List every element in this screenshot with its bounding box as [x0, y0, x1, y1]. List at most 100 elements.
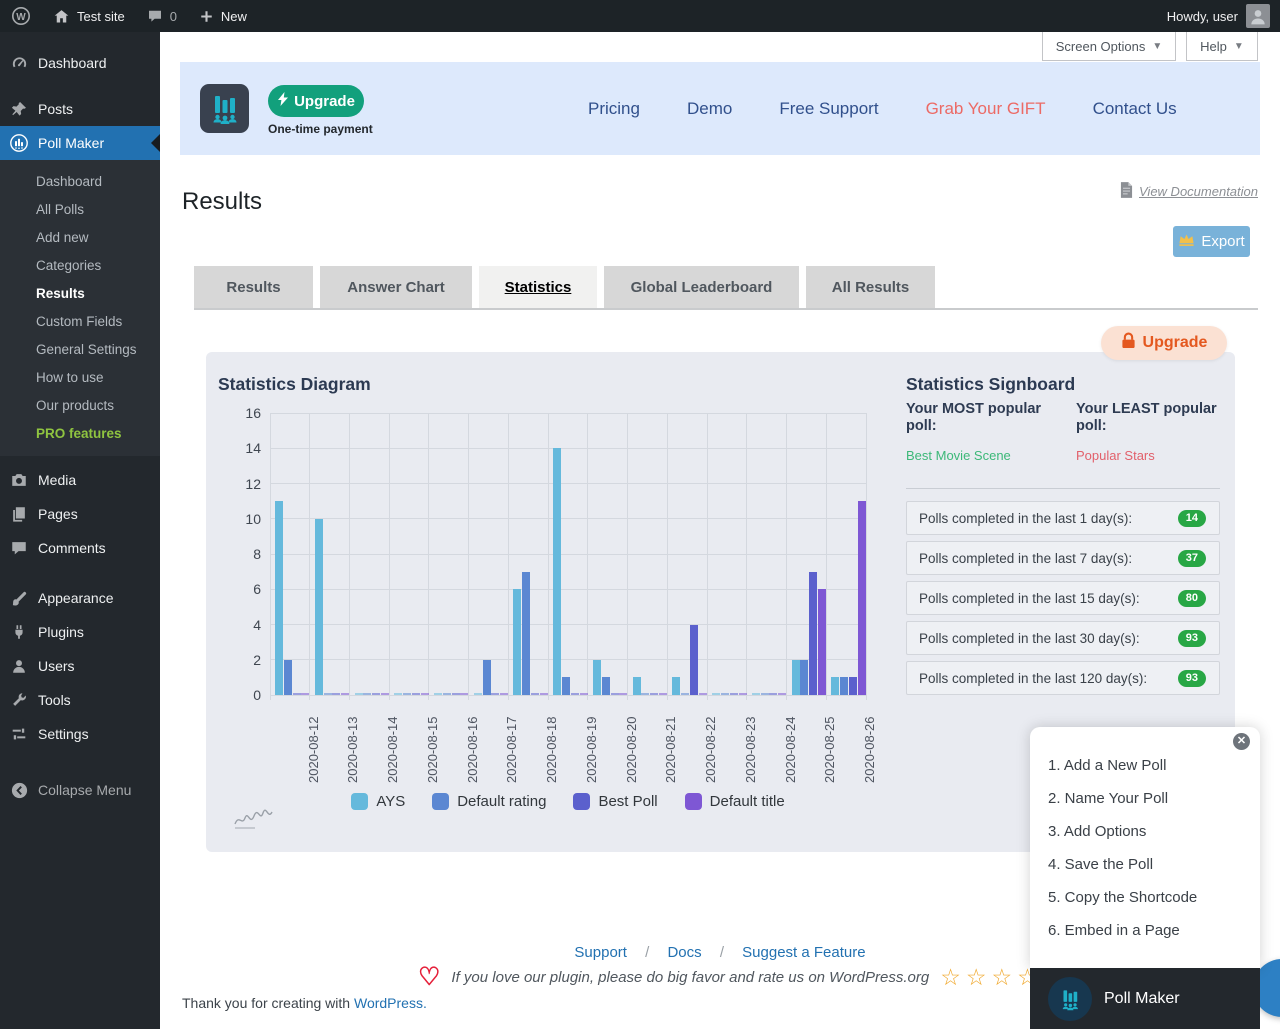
screen-options-button[interactable]: Screen Options▼ [1042, 32, 1176, 61]
sidebar-item-plugins[interactable]: Plugins [0, 615, 160, 649]
upgrade-button[interactable]: Upgrade [268, 85, 364, 117]
legend-swatch [432, 793, 449, 810]
least-popular-value: Popular Stars [1076, 448, 1226, 463]
chart-bar [730, 693, 738, 695]
nav-link-demo[interactable]: Demo [687, 99, 732, 119]
chart-bar [381, 693, 389, 695]
pushpin-icon [9, 99, 29, 119]
nav-link-free-support[interactable]: Free Support [779, 99, 878, 119]
sidebar-subitem-how-to-use[interactable]: How to use [0, 363, 160, 391]
sidebar-item-media[interactable]: Media [0, 463, 160, 497]
pages-icon [9, 504, 29, 524]
chart-bar [500, 693, 508, 695]
wordpress-logo-icon[interactable]: W [0, 0, 42, 32]
chart-bar [818, 589, 826, 695]
sidebar-subitem-pro-features[interactable]: PRO features [0, 419, 160, 447]
footer-link-suggest-a-feature[interactable]: Suggest a Feature [742, 944, 865, 961]
legend-item-ays[interactable]: AYS [351, 793, 405, 810]
x-tick-label: 2020-08-15 [425, 717, 440, 784]
footer-link-docs[interactable]: Docs [667, 944, 701, 961]
h-gridline [270, 624, 866, 625]
sidebar-item-collapse-menu[interactable]: Collapse Menu [0, 773, 160, 807]
completed-row: Polls completed in the last 30 day(s):93 [906, 621, 1220, 655]
least-popular-block: Your LEAST popular poll: Popular Stars [1076, 401, 1226, 463]
tab-results[interactable]: Results [194, 266, 313, 308]
y-tick-label: 12 [245, 475, 261, 493]
chart-bar [474, 693, 482, 695]
tab-all-results[interactable]: All Results [806, 266, 935, 308]
sidebar-subitem-results[interactable]: Results [0, 279, 160, 307]
sidebar-item-dashboard[interactable]: Dashboard [0, 46, 160, 80]
help-button[interactable]: Help▼ [1186, 32, 1258, 61]
plugin-header-banner: Upgrade One-time payment PricingDemoFree… [180, 62, 1260, 155]
sidebar-item-label: Appearance [38, 590, 114, 606]
comment-count: 0 [170, 9, 177, 24]
chart-legend: AYS Default rating Best Poll Default title [270, 793, 866, 810]
sidebar-subitem-custom-fields[interactable]: Custom Fields [0, 307, 160, 335]
star-icon[interactable]: ☆ [940, 966, 961, 989]
star-icon[interactable]: ☆ [991, 966, 1012, 989]
account-menu[interactable]: Howdy, user [1167, 4, 1280, 28]
completed-row-label: Polls completed in the last 1 day(s): [919, 511, 1132, 526]
sidebar-subitem-categories[interactable]: Categories [0, 251, 160, 279]
tab-answer-chart[interactable]: Answer Chart [320, 266, 472, 308]
v-gridline [786, 413, 787, 700]
sidebar-item-label: Comments [38, 540, 106, 556]
sidebar-item-pages[interactable]: Pages [0, 497, 160, 531]
star-icon[interactable]: ☆ [966, 966, 987, 989]
nav-link-contact-us[interactable]: Contact Us [1093, 99, 1177, 119]
heart-icon: ♡ [418, 965, 440, 990]
v-gridline [587, 413, 588, 700]
sidebar-subitem-general-settings[interactable]: General Settings [0, 335, 160, 363]
nav-link-grab-your-gift[interactable]: Grab Your GIFT [926, 99, 1046, 119]
upgrade-pill-button[interactable]: Upgrade [1101, 326, 1227, 360]
sidebar-subitem-our-products[interactable]: Our products [0, 391, 160, 419]
export-button[interactable]: Export [1173, 226, 1250, 257]
wordpress-link[interactable]: WordPress. [354, 995, 427, 1011]
v-gridline [707, 413, 708, 700]
legend-item-default-title[interactable]: Default title [685, 793, 785, 810]
sidebar-subitem-pm-dashboard[interactable]: Dashboard [0, 167, 160, 195]
site-menu[interactable]: Test site [42, 0, 136, 32]
comments-menu[interactable]: 0 [136, 0, 188, 32]
close-icon[interactable]: ✕ [1233, 733, 1250, 750]
chart-bar [491, 693, 499, 695]
chevron-down-icon: ▼ [1234, 41, 1244, 52]
v-gridline [349, 413, 350, 700]
legend-swatch [351, 793, 368, 810]
legend-item-best-poll[interactable]: Best Poll [573, 793, 657, 810]
chart-bar [778, 693, 786, 695]
sidebar-subitem-all-polls[interactable]: All Polls [0, 195, 160, 223]
x-tick-label: 2020-08-18 [544, 717, 559, 784]
x-tick-label: 2020-08-20 [624, 717, 639, 784]
admin-bar: W Test site 0 New Howdy, user [0, 0, 1280, 32]
sidebar-subitem-add-new[interactable]: Add new [0, 223, 160, 251]
view-documentation-link[interactable]: View Documentation [1120, 182, 1258, 201]
legend-item-default-rating[interactable]: Default rating [432, 793, 546, 810]
completed-row: Polls completed in the last 1 day(s):14 [906, 501, 1220, 535]
sidebar-item-posts[interactable]: Posts [0, 92, 160, 126]
chart-bar [633, 677, 641, 695]
x-tick-label: 2020-08-14 [385, 717, 400, 784]
nav-link-pricing[interactable]: Pricing [588, 99, 640, 119]
chart-bar [800, 660, 808, 695]
new-menu[interactable]: New [188, 0, 258, 32]
chart-bar [792, 660, 800, 695]
chart-bar [690, 625, 698, 696]
x-tick-label: 2020-08-17 [504, 717, 519, 784]
sidebar-item-tools[interactable]: Tools [0, 683, 160, 717]
tab-statistics[interactable]: Statistics [479, 266, 597, 308]
x-tick-label: 2020-08-22 [703, 717, 718, 784]
sidebar-item-comments[interactable]: Comments [0, 531, 160, 565]
sidebar-item-poll-maker[interactable]: Poll Maker [0, 126, 160, 160]
sidebar-item-settings[interactable]: Settings [0, 717, 160, 751]
tab-global-leaderboard[interactable]: Global Leaderboard [604, 266, 799, 308]
chart-bar [761, 693, 769, 695]
brush-icon [9, 588, 29, 608]
sidebar-item-appearance[interactable]: Appearance [0, 581, 160, 615]
footer-link-support[interactable]: Support [574, 944, 627, 961]
sidebar-item-users[interactable]: Users [0, 649, 160, 683]
chart-bar [355, 693, 363, 695]
chart-bar [672, 677, 680, 695]
sidebar-item-label: Dashboard [38, 55, 107, 71]
